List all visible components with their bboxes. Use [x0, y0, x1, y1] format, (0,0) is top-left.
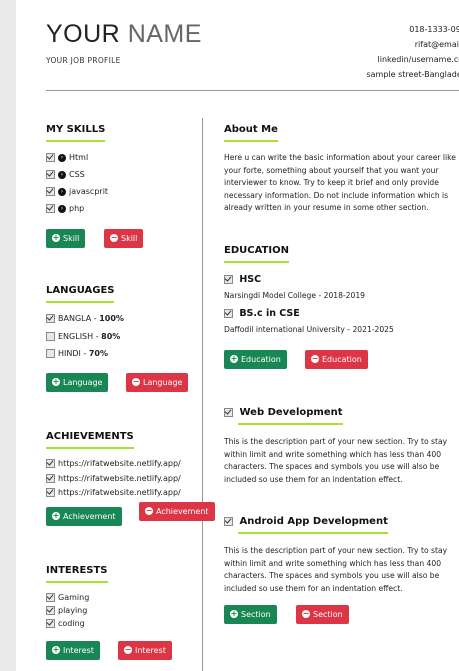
phone[interactable]: 018-1333-0990	[366, 22, 459, 37]
checkbox-icon[interactable]	[46, 153, 55, 162]
remove-education-button[interactable]: − Education	[305, 350, 368, 369]
minus-icon: −	[145, 505, 153, 515]
remove-achievement-button[interactable]: − Achievement	[139, 502, 215, 521]
languages-underline	[46, 301, 115, 303]
about-underline	[224, 140, 278, 142]
skill-item[interactable]: › Html	[46, 153, 88, 162]
add-interest-button[interactable]: + Interest	[46, 641, 100, 660]
achievements-title: ACHIEVEMENTS	[46, 431, 134, 449]
skills-underline	[46, 140, 106, 142]
plus-icon: +	[52, 376, 60, 386]
section-underline	[238, 532, 388, 534]
add-section-button[interactable]: + Section	[224, 605, 277, 624]
interest-item[interactable]: Gaming	[46, 593, 89, 602]
education-underline	[224, 261, 289, 263]
minus-icon: −	[302, 608, 310, 618]
achievement-item[interactable]: https://rifatwebsite.netlify.app/	[46, 474, 181, 483]
resume-page: YOUR NAME YOUR JOB PROFILE 018-1333-0990…	[16, 0, 459, 671]
checkbox-icon[interactable]	[46, 314, 55, 323]
education-school[interactable]: Narsingdi Model College - 2018-2019	[224, 291, 365, 300]
checkbox-icon[interactable]	[46, 170, 55, 179]
skills-title: MY SKILLS	[46, 124, 106, 142]
remove-skill-button[interactable]: − Skill	[104, 229, 144, 248]
add-achievement-button[interactable]: + Achievement	[46, 507, 122, 526]
checkbox-icon[interactable]	[46, 349, 55, 358]
plus-icon: +	[230, 608, 238, 618]
remove-section-button[interactable]: − Section	[296, 605, 349, 624]
checkbox-icon[interactable]	[224, 516, 233, 526]
achievement-item[interactable]: https://rifatwebsite.netlify.app/	[46, 488, 181, 497]
interest-item[interactable]: playing	[46, 606, 87, 615]
add-skill-button[interactable]: + Skill	[46, 229, 86, 248]
email[interactable]: rifat@email.in	[366, 37, 459, 52]
add-education-button[interactable]: + Education	[224, 350, 287, 369]
skill-item[interactable]: › javascprit	[46, 187, 108, 196]
checkbox-icon[interactable]	[46, 332, 55, 341]
checkbox-icon[interactable]	[46, 459, 55, 468]
plus-icon: +	[230, 353, 238, 363]
language-item[interactable]: ENGLISH - 80%	[46, 332, 120, 341]
section-text[interactable]: This is the description part of your new…	[224, 436, 459, 486]
minus-icon: −	[311, 353, 319, 363]
language-item[interactable]: HINDI - 70%	[46, 349, 108, 358]
chevron-right-icon: ›	[58, 187, 66, 196]
section-text[interactable]: This is the description part of your new…	[224, 545, 459, 595]
plus-icon: +	[52, 644, 60, 654]
checkbox-icon[interactable]	[224, 309, 233, 318]
about-text[interactable]: Here u can write the basic information a…	[224, 152, 459, 215]
plus-icon: +	[52, 510, 60, 520]
checkbox-icon[interactable]	[46, 187, 55, 196]
achievement-item[interactable]: https://rifatwebsite.netlify.app/	[46, 459, 181, 468]
interests-title: INTERESTS	[46, 565, 108, 583]
remove-interest-button[interactable]: − Interest	[118, 641, 172, 660]
first-name[interactable]: YOUR	[46, 20, 120, 48]
checkbox-icon[interactable]	[46, 488, 55, 497]
education-title: EDUCATION	[224, 245, 289, 263]
checkbox-icon[interactable]	[46, 204, 55, 213]
section-title[interactable]: Web Development	[224, 407, 343, 425]
languages-title: LANGUAGES	[46, 285, 115, 303]
section-title[interactable]: Android App Development	[224, 516, 388, 534]
checkbox-icon[interactable]	[46, 606, 55, 615]
checkbox-icon[interactable]	[224, 275, 233, 284]
language-item[interactable]: BANGLA - 100%	[46, 314, 124, 323]
address[interactable]: sample street-Bangladesh	[366, 67, 459, 82]
contact-block: 018-1333-0990 rifat@email.in linkedin/us…	[366, 22, 459, 82]
checkbox-icon[interactable]	[46, 474, 55, 483]
interest-item[interactable]: coding	[46, 619, 85, 628]
education-degree[interactable]: BS.c in CSE	[224, 308, 300, 319]
name-heading[interactable]: YOUR NAME	[46, 20, 202, 49]
education-school[interactable]: Daffodil international University - 2021…	[224, 325, 394, 334]
plus-icon: +	[52, 232, 60, 242]
chevron-right-icon: ›	[58, 170, 66, 179]
education-degree[interactable]: HSC	[224, 274, 261, 285]
linkedin[interactable]: linkedin/username.com	[366, 52, 459, 67]
minus-icon: −	[124, 644, 132, 654]
achievements-underline	[46, 447, 134, 449]
last-name[interactable]: NAME	[128, 20, 202, 48]
chevron-right-icon: ›	[58, 204, 66, 213]
job-profile[interactable]: YOUR JOB PROFILE	[46, 56, 121, 65]
checkbox-icon[interactable]	[224, 407, 233, 417]
header-divider	[46, 90, 459, 91]
section-underline	[238, 423, 343, 425]
skill-item[interactable]: › CSS	[46, 170, 85, 179]
column-divider	[202, 118, 203, 671]
remove-language-button[interactable]: − Language	[126, 373, 189, 392]
minus-icon: −	[132, 376, 140, 386]
checkbox-icon[interactable]	[46, 619, 55, 628]
add-language-button[interactable]: + Language	[46, 373, 109, 392]
chevron-right-icon: ›	[58, 153, 66, 162]
interests-underline	[46, 581, 108, 583]
about-title: About Me	[224, 124, 278, 142]
checkbox-icon[interactable]	[46, 593, 55, 602]
skill-item[interactable]: › php	[46, 204, 84, 213]
minus-icon: −	[110, 232, 118, 242]
